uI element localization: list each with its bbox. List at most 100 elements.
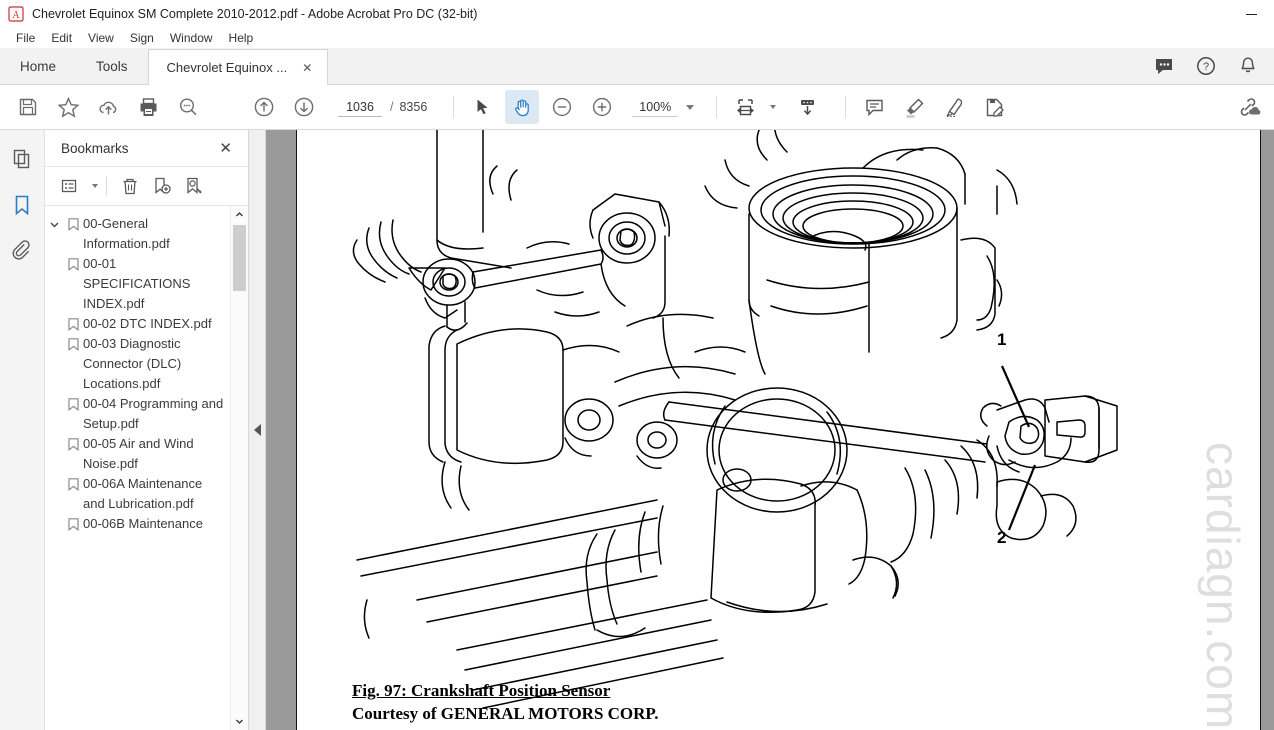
bookmark-item-5[interactable]: 00-05 Air and Wind Noise.pdf bbox=[45, 434, 230, 474]
title-bar: A Chevrolet Equinox SM Complete 2010-201… bbox=[0, 0, 1274, 28]
page-scroll-button[interactable] bbox=[790, 90, 824, 124]
bookmark-glyph-icon bbox=[63, 394, 83, 411]
main-area: Bookmarks ✕ 00-General Information.pdf 0… bbox=[0, 130, 1274, 730]
share-link-icon[interactable] bbox=[1231, 90, 1265, 124]
zoom-dropdown-chevron-down-icon[interactable] bbox=[686, 104, 695, 110]
menu-bar: File Edit View Sign Window Help bbox=[0, 28, 1274, 48]
bookmarks-icon[interactable] bbox=[5, 188, 39, 222]
comment-icon[interactable] bbox=[857, 90, 891, 124]
print-icon[interactable] bbox=[131, 90, 165, 124]
new-bookmark-icon[interactable] bbox=[147, 172, 177, 200]
bookmarks-list[interactable]: 00-General Information.pdf 00-01 SPECIFI… bbox=[45, 206, 248, 730]
tab-home[interactable]: Home bbox=[0, 49, 76, 84]
search-icon[interactable] bbox=[171, 90, 205, 124]
zoom-level-input[interactable] bbox=[632, 97, 679, 117]
scrollbar-thumb[interactable] bbox=[233, 225, 246, 291]
tab-document-label: Chevrolet Equinox ... bbox=[166, 60, 288, 75]
figure-caption-courtesy: Courtesy of GENERAL MOTORS CORP. bbox=[352, 704, 659, 724]
close-tab-icon[interactable]: ✕ bbox=[299, 60, 315, 76]
bookmarks-panel-title: Bookmarks bbox=[61, 140, 129, 156]
star-icon[interactable] bbox=[51, 90, 85, 124]
menu-view[interactable]: View bbox=[80, 29, 122, 47]
page-thumbnails-icon[interactable] bbox=[5, 142, 39, 176]
scrollbar-bottom bbox=[231, 713, 248, 730]
menu-file[interactable]: File bbox=[8, 29, 43, 47]
document-viewport[interactable]: cardiagn.com 1 2 Fig. 97: Crankshaft Pos… bbox=[249, 130, 1274, 730]
scroll-up-chevron-icon[interactable] bbox=[231, 206, 248, 223]
fit-page-width-button[interactable] bbox=[728, 90, 762, 124]
toolbar-right-group bbox=[1228, 85, 1268, 129]
bookmark-label: 00-05 Air and Wind Noise.pdf bbox=[83, 436, 194, 471]
callout-1: 1 bbox=[997, 330, 1007, 349]
bookmark-glyph-icon bbox=[63, 254, 83, 271]
page-separator: / bbox=[390, 100, 394, 114]
figure-caption: Fig. 97: Crankshaft Position Sensor Cour… bbox=[352, 680, 659, 726]
bookmark-glyph-icon bbox=[63, 514, 83, 531]
expand-chevron-down-icon[interactable] bbox=[45, 214, 63, 230]
bookmark-item-7[interactable]: 00-06B Maintenance bbox=[45, 514, 230, 534]
bookmark-item-1[interactable]: 00-01 SPECIFICATIONS INDEX.pdf bbox=[45, 254, 230, 314]
attachments-icon[interactable] bbox=[5, 234, 39, 268]
tab-bar-actions: ? bbox=[1152, 48, 1266, 84]
bookmark-item-6[interactable]: 00-06A Maintenance and Lubrication.pdf bbox=[45, 474, 230, 514]
page-number-input[interactable] bbox=[338, 97, 382, 117]
bookmark-label: 00-06B Maintenance bbox=[83, 516, 203, 531]
bookmark-item-2[interactable]: 00-02 DTC INDEX.pdf bbox=[45, 314, 230, 334]
main-toolbar: / 8356 bbox=[0, 85, 1274, 130]
bookmark-options-icon[interactable] bbox=[55, 172, 85, 200]
figure-caption-title: Fig. 97: Crankshaft Position Sensor bbox=[352, 681, 611, 701]
callout-leader-lines bbox=[1000, 365, 1037, 531]
close-panel-icon[interactable]: ✕ bbox=[215, 139, 236, 158]
pdf-page[interactable]: cardiagn.com 1 2 Fig. 97: Crankshaft Pos… bbox=[296, 130, 1261, 730]
bookmarks-scrollbar[interactable] bbox=[230, 206, 248, 730]
find-bookmark-icon[interactable] bbox=[179, 172, 209, 200]
bookmarks-panel-header: Bookmarks ✕ bbox=[45, 130, 248, 167]
menu-window[interactable]: Window bbox=[162, 29, 221, 47]
minimize-button[interactable] bbox=[1229, 0, 1274, 28]
help-circle-icon[interactable]: ? bbox=[1194, 54, 1218, 78]
bookmark-label: 00-03 Diagnostic Connector (DLC) Locatio… bbox=[83, 336, 182, 391]
draw-pen-icon[interactable] bbox=[937, 90, 971, 124]
hand-tool-button[interactable] bbox=[505, 90, 540, 124]
zoom-in-button[interactable] bbox=[585, 90, 619, 124]
notification-bell-icon[interactable] bbox=[1236, 54, 1260, 78]
bookmark-glyph-icon bbox=[63, 474, 83, 491]
bookmark-item-0[interactable]: 00-General Information.pdf bbox=[45, 214, 230, 254]
svg-text:?: ? bbox=[1203, 61, 1209, 73]
bookmark-item-4[interactable]: 00-04 Programming and Setup.pdf bbox=[45, 394, 230, 434]
bookmark-glyph-icon bbox=[63, 434, 83, 451]
zoom-out-button[interactable] bbox=[545, 90, 579, 124]
page-container: cardiagn.com 1 2 Fig. 97: Crankshaft Pos… bbox=[249, 130, 1274, 730]
bookmark-item-3[interactable]: 00-03 Diagnostic Connector (DLC) Locatio… bbox=[45, 334, 230, 394]
previous-page-button[interactable] bbox=[247, 90, 281, 124]
menu-edit[interactable]: Edit bbox=[43, 29, 80, 47]
toolbar-divider-3 bbox=[845, 96, 847, 118]
bookmark-options-chevron-down-icon[interactable] bbox=[92, 184, 98, 188]
fit-width-dropdown-chevron-down-icon[interactable] bbox=[770, 105, 777, 109]
highlighter-icon[interactable] bbox=[897, 90, 931, 124]
toolbar-divider bbox=[453, 96, 455, 118]
next-page-button[interactable] bbox=[287, 90, 321, 124]
page-total: 8356 bbox=[399, 100, 428, 114]
bookmark-glyph-icon bbox=[63, 214, 83, 231]
bookmark-label: 00-04 Programming and Setup.pdf bbox=[83, 396, 224, 431]
fill-and-sign-icon[interactable] bbox=[977, 90, 1011, 124]
save-icon[interactable] bbox=[11, 90, 45, 124]
bookmark-label: 00-02 DTC INDEX.pdf bbox=[83, 316, 212, 331]
acrobat-icon: A bbox=[8, 6, 24, 22]
bookmarks-panel: Bookmarks ✕ 00-General Information.pdf 0… bbox=[45, 130, 249, 730]
select-tool-button[interactable] bbox=[465, 90, 499, 124]
bookmark-label: 00-06A Maintenance and Lubrication.pdf bbox=[83, 476, 203, 511]
menu-help[interactable]: Help bbox=[221, 29, 262, 47]
scroll-down-chevron-icon[interactable] bbox=[231, 713, 248, 730]
window-title: Chevrolet Equinox SM Complete 2010-2012.… bbox=[32, 7, 478, 21]
cloud-upload-icon[interactable] bbox=[91, 90, 125, 124]
menu-sign[interactable]: Sign bbox=[122, 29, 162, 47]
bookmark-label: 00-General Information.pdf bbox=[83, 216, 170, 251]
tab-document[interactable]: Chevrolet Equinox ... ✕ bbox=[147, 49, 329, 85]
minimize-icon bbox=[1246, 13, 1257, 15]
bookmarks-toolbar-divider bbox=[106, 177, 107, 195]
tab-tools[interactable]: Tools bbox=[76, 49, 148, 84]
chat-bubble-icon[interactable] bbox=[1152, 54, 1176, 78]
delete-bookmark-icon[interactable] bbox=[115, 172, 145, 200]
